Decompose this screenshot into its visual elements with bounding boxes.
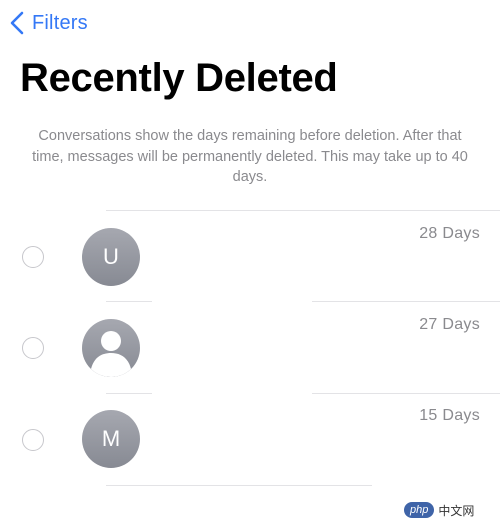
avatar-initial: U [103, 244, 119, 269]
avatar-initial: M [101, 426, 121, 451]
days-remaining: 28 Days [419, 225, 480, 242]
deletion-info-text: Conversations show the days remaining be… [32, 128, 468, 185]
avatar: M [82, 410, 140, 468]
watermark-text: 中文网 [438, 503, 475, 518]
select-radio[interactable] [22, 337, 44, 359]
chevron-left-icon [10, 11, 24, 35]
back-button[interactable]: Filters [10, 8, 88, 38]
select-radio[interactable] [22, 429, 44, 451]
conversation-row[interactable]: 27 Days [0, 302, 500, 394]
recently-deleted-screen: Filters Recently Deleted Conversations s… [0, 0, 500, 525]
select-radio[interactable] [22, 246, 44, 268]
back-button-label: Filters [32, 11, 88, 34]
conversation-row[interactable]: M 15 Days [0, 394, 500, 486]
avatar [82, 319, 140, 377]
days-remaining: 15 Days [419, 407, 480, 424]
avatar: U [82, 228, 140, 286]
watermark-badge: php [404, 502, 435, 518]
watermark: php 中文网 [404, 499, 496, 521]
days-remaining: 27 Days [419, 316, 480, 333]
person-silhouette-icon [82, 319, 140, 377]
page-title: Recently Deleted [20, 56, 338, 100]
conversation-row[interactable]: U 28 Days [0, 211, 500, 303]
